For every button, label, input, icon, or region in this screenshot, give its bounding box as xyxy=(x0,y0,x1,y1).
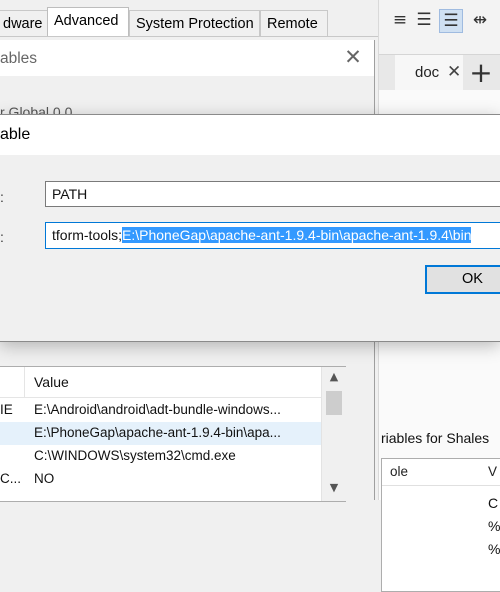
table-cell: % xyxy=(488,541,500,557)
tab-remote[interactable]: Remote xyxy=(260,10,328,36)
value-column-header[interactable]: Value xyxy=(34,374,69,390)
variable-name-label: : xyxy=(0,189,4,205)
tab-advanced[interactable]: Advanced xyxy=(47,7,129,37)
scroll-down-icon[interactable]: ▼ xyxy=(322,481,346,497)
document-tab-bar: doc ✕ + xyxy=(379,54,500,92)
column-header[interactable]: V xyxy=(488,464,497,479)
tab-hardware[interactable]: dware xyxy=(0,10,48,36)
variable-value-label: : xyxy=(0,229,4,245)
value-unselected-text: tform-tools; xyxy=(52,227,123,243)
tab-divider xyxy=(0,36,378,37)
value-selected-text: E:\PhoneGap\apache-ant-1.9.4-bin\apache-… xyxy=(122,227,472,243)
value-cell: E:\Android\android\adt-bundle-windows... xyxy=(34,402,281,417)
column-header[interactable]: ole xyxy=(390,464,408,479)
system-variables-heading: riables for Shales xyxy=(381,430,490,446)
table-cell: C xyxy=(488,495,499,511)
column-separator[interactable] xyxy=(24,367,25,397)
scroll-up-icon[interactable]: ▲ xyxy=(322,370,346,386)
tab-system-protection[interactable]: System Protection xyxy=(129,10,260,36)
variable-name-field[interactable]: PATH xyxy=(45,181,500,207)
table-header: ole V xyxy=(382,459,500,486)
variable-cell: IE xyxy=(0,402,13,417)
system-variables-table[interactable]: ole V C % % xyxy=(381,458,500,592)
align-justify-icon[interactable]: ☰ xyxy=(413,9,435,31)
vertical-scrollbar[interactable]: ▲ ▼ xyxy=(321,367,346,501)
user-variables-table[interactable]: Value IE E:\Android\android\adt-bundle-w… xyxy=(0,366,346,502)
table-row[interactable]: C... NO xyxy=(0,468,325,491)
tab-close-icon[interactable]: ✕ xyxy=(447,62,461,82)
document-tab[interactable]: doc ✕ xyxy=(395,55,463,91)
table-row[interactable]: E:\PhoneGap\apache-ant-1.9.4-bin\apa... xyxy=(0,422,325,445)
edit-system-variable-dialog: able : PATH : tform-tools;E:\PhoneGap\ap… xyxy=(0,114,500,342)
dialog-titlebar: able xyxy=(0,115,500,155)
table-row[interactable]: IE E:\Android\android\adt-bundle-windows… xyxy=(0,399,325,422)
justify-columns-icon[interactable]: ⇹ xyxy=(469,9,491,31)
dialog-title: ables xyxy=(0,50,38,67)
value-cell: C:\WINDOWS\system32\cmd.exe xyxy=(34,448,236,463)
ok-button[interactable]: OK xyxy=(425,265,500,294)
dialog-titlebar: ables ✕ xyxy=(0,40,374,76)
close-icon[interactable]: ✕ xyxy=(340,44,366,70)
table-header: Value xyxy=(0,367,325,398)
table-cell: % xyxy=(488,518,500,534)
table-row[interactable]: C:\WINDOWS\system32\cmd.exe xyxy=(0,445,325,468)
variable-value-field[interactable]: tform-tools;E:\PhoneGap\apache-ant-1.9.4… xyxy=(45,222,500,249)
new-tab-plus-icon[interactable]: + xyxy=(465,57,497,89)
formatting-toolbar: ≡ ☰ ☰ ⇹ xyxy=(379,0,500,42)
value-cell: E:\PhoneGap\apache-ant-1.9.4-bin\apa... xyxy=(34,425,281,440)
value-cell: NO xyxy=(34,471,55,486)
justify-icon[interactable]: ☰ xyxy=(439,9,463,33)
align-right-icon[interactable]: ≡ xyxy=(389,9,411,31)
dialog-title: able xyxy=(0,126,31,143)
scrollbar-thumb[interactable] xyxy=(326,391,342,415)
document-tab-label: doc xyxy=(415,64,440,81)
variable-cell: C... xyxy=(0,471,22,486)
